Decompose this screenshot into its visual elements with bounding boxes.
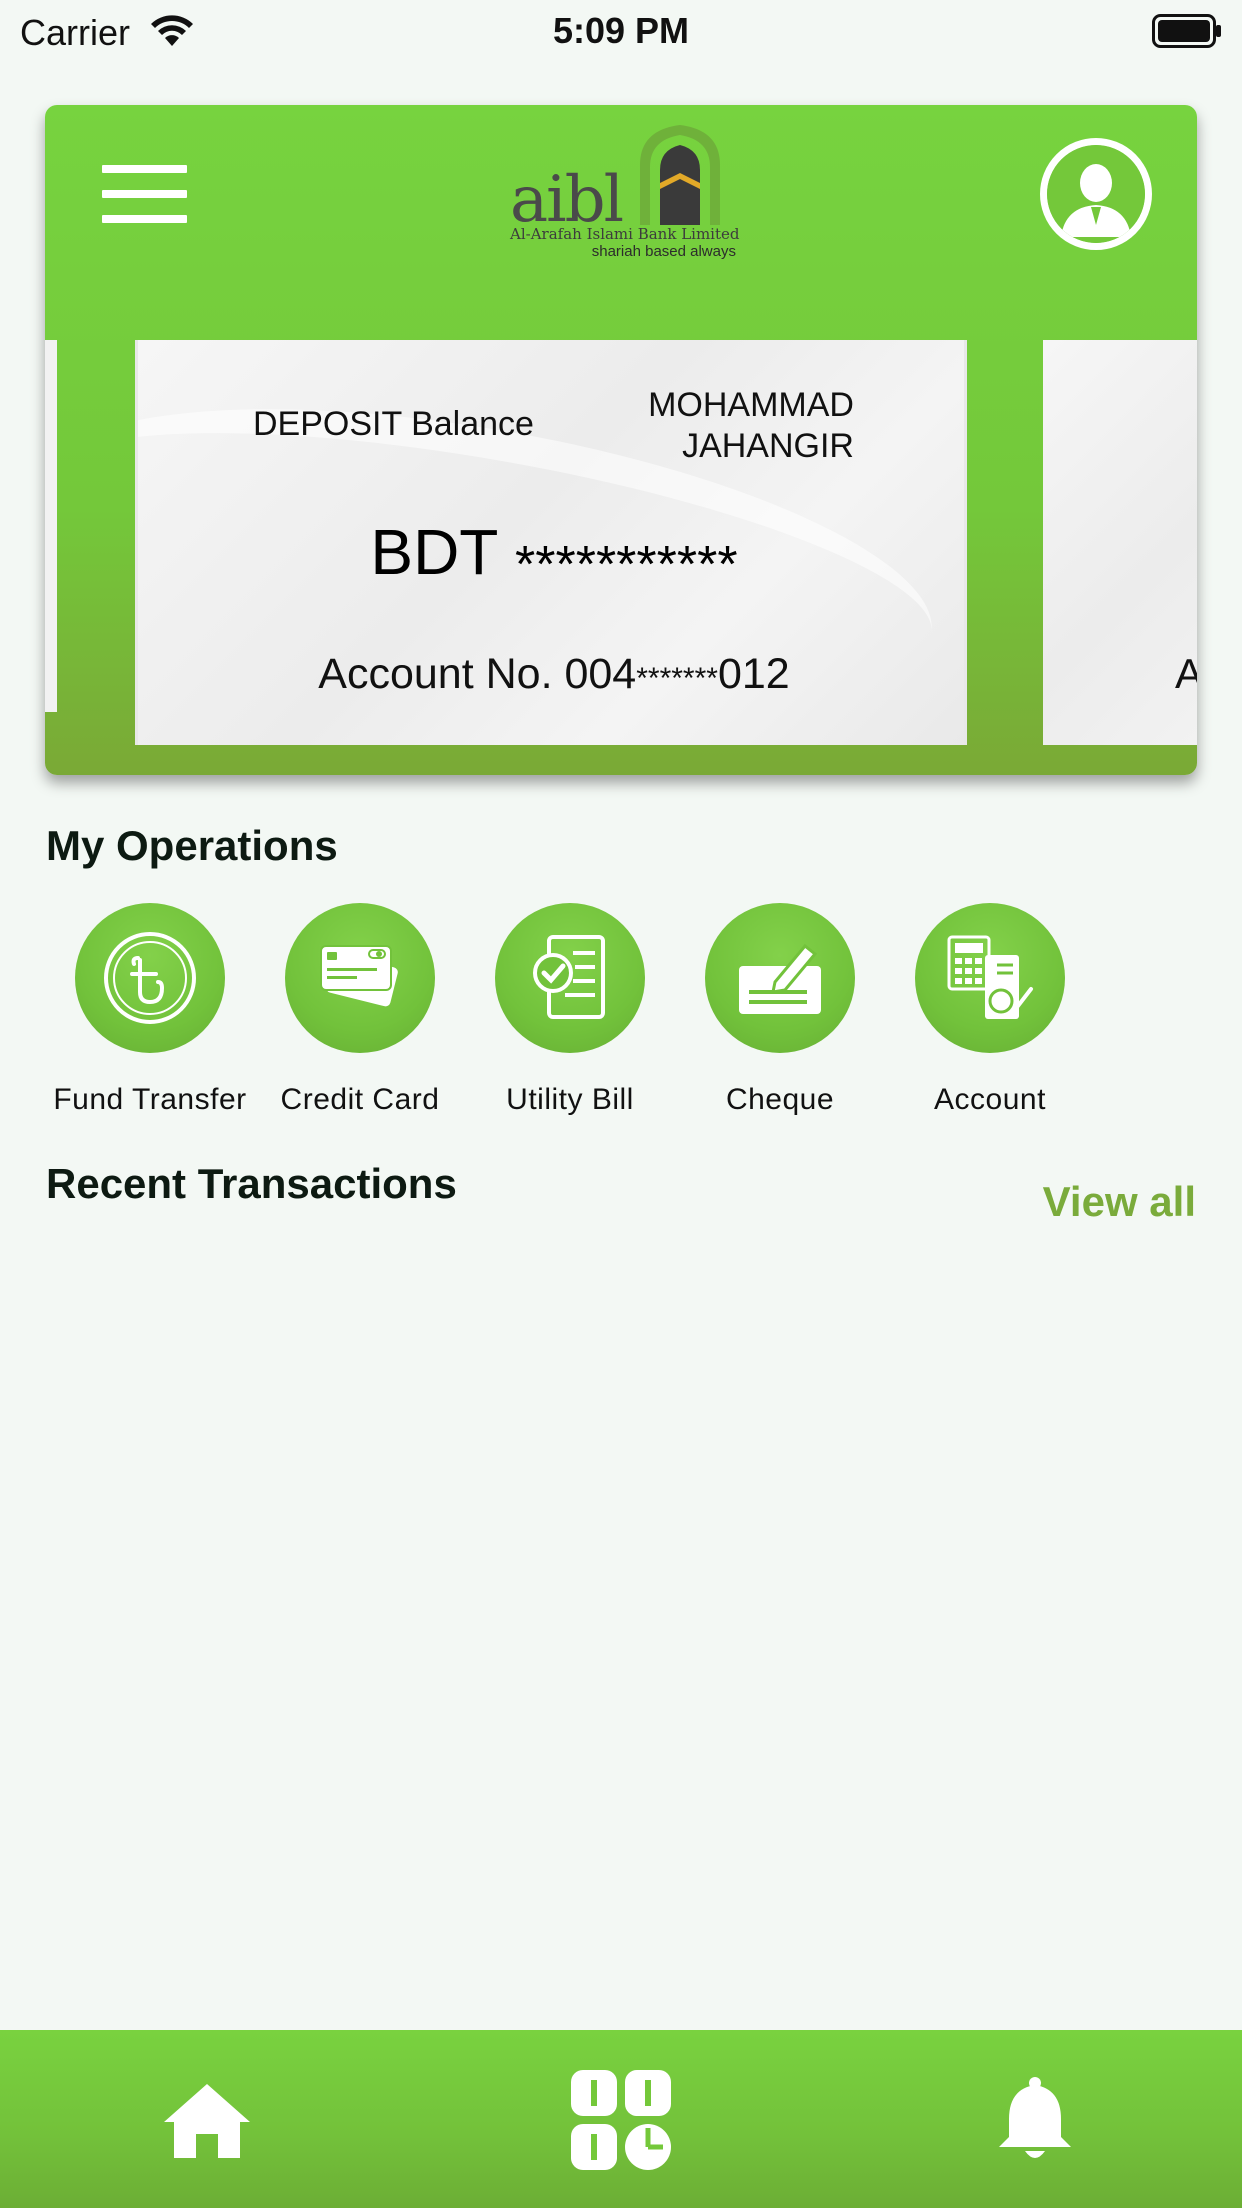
- dashboard-icon: [571, 2070, 671, 2170]
- op-cheque[interactable]: Cheque: [675, 903, 885, 1117]
- bell-icon: [999, 2077, 1071, 2158]
- next-card-peek-text: A: [1174, 650, 1197, 697]
- op-account[interactable]: Account: [885, 903, 1095, 1117]
- previous-card-peek[interactable]: [45, 340, 57, 712]
- profile-avatar-icon[interactable]: [1040, 138, 1152, 250]
- op-fund-transfer[interactable]: Fund Transfer: [45, 903, 255, 1117]
- cheque-button[interactable]: [705, 903, 855, 1053]
- account-number-prefix: Account No. 004: [318, 650, 637, 698]
- credit-card-button[interactable]: [285, 903, 435, 1053]
- account-label: Account: [934, 1083, 1046, 1116]
- home-icon: [164, 2084, 250, 2158]
- balance-display: BDT ***********: [138, 515, 964, 595]
- balance-mask: ***********: [515, 536, 738, 594]
- nav-dashboard[interactable]: [566, 2070, 676, 2170]
- utility-bill-button[interactable]: [495, 903, 645, 1053]
- logo-arch-icon: [640, 125, 720, 225]
- taka-icon: [104, 932, 196, 1024]
- logo-bank-name: Al-Arafah Islami Bank Limited: [510, 225, 740, 243]
- fund-transfer-button[interactable]: [75, 903, 225, 1053]
- nav-home[interactable]: [152, 2070, 262, 2170]
- cheque-label: Cheque: [725, 1083, 835, 1116]
- credit-card-label: Credit Card: [280, 1083, 440, 1116]
- fund-transfer-label: Fund Transfer: [53, 1083, 247, 1116]
- op-utility-bill[interactable]: Utility Bill: [465, 903, 675, 1117]
- battery-icon: [1152, 14, 1221, 48]
- header-card: aibl Al-Arafah Islami Bank Limited shari…: [45, 105, 1197, 775]
- view-all-link[interactable]: View all: [1043, 1178, 1196, 1226]
- utility-bill-icon: [533, 935, 605, 1019]
- account-icon: [947, 935, 1033, 1019]
- utility-bill-label: Utility Bill: [506, 1083, 634, 1116]
- account-holder-name: MOHAMMAD JAHANGIR: [594, 385, 854, 467]
- status-time: 5:09 PM: [552, 10, 690, 51]
- account-number-mask: *******: [636, 662, 718, 695]
- account-number: Account No. 004*******012: [138, 650, 964, 699]
- account-type-label: DEPOSIT Balance: [253, 405, 534, 443]
- recent-transactions-title: Recent Transactions: [46, 1160, 457, 1207]
- credit-card-icon: [320, 945, 398, 1007]
- cheque-icon: [739, 943, 821, 1014]
- logo-tagline: shariah based always: [591, 243, 736, 260]
- next-card-peek[interactable]: A: [1043, 340, 1197, 745]
- nav-notifications[interactable]: [980, 2070, 1090, 2170]
- account-number-suffix: 012: [717, 650, 790, 698]
- bottom-nav: [0, 2030, 1242, 2208]
- op-credit-card[interactable]: Credit Card: [255, 903, 465, 1117]
- account-button[interactable]: [915, 903, 1065, 1053]
- holder-name-line2: JAHANGIR: [682, 427, 854, 465]
- hamburger-menu-icon[interactable]: [102, 165, 187, 225]
- status-bar: Carrier 5:09 PM: [0, 0, 1242, 64]
- my-operations-title: My Operations: [46, 822, 338, 869]
- bank-logo: aibl Al-Arafah Islami Bank Limited shari…: [510, 125, 740, 265]
- balance-currency: BDT: [370, 516, 498, 588]
- holder-name-line1: MOHAMMAD: [648, 386, 854, 424]
- account-balance-card[interactable]: DEPOSIT Balance MOHAMMAD JAHANGIR BDT **…: [135, 340, 967, 745]
